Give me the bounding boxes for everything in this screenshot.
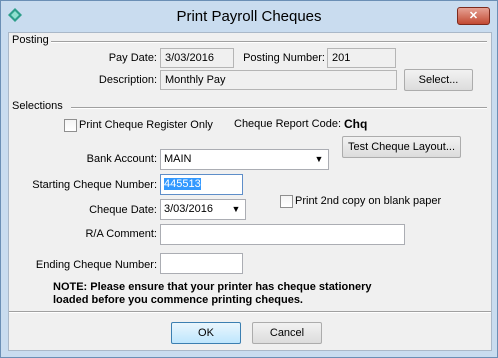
cheque-report-code-label: Cheque Report Code:: [234, 118, 342, 130]
print-2nd-copy-label[interactable]: Print 2nd copy on blank paper: [295, 195, 441, 207]
footer-divider: [9, 311, 491, 313]
bank-account-label: Bank Account:: [86, 153, 157, 165]
test-cheque-layout-button[interactable]: Test Cheque Layout...: [342, 136, 461, 158]
print-2nd-copy-checkbox[interactable]: [280, 195, 293, 208]
chevron-down-icon: ▼: [231, 204, 241, 214]
note-text: NOTE: Please ensure that your printer ha…: [53, 281, 371, 307]
selections-group-label: Selections: [12, 100, 63, 112]
description-field: Monthly Pay: [160, 70, 397, 90]
print-register-only-checkbox[interactable]: [64, 119, 77, 132]
dialog-content: Posting Pay Date: 3/03/2016 Posting Numb…: [8, 32, 492, 351]
title-bar[interactable]: Print Payroll Cheques ✕: [1, 1, 497, 31]
cheque-report-code-value: Chq: [344, 117, 368, 131]
posting-divider: [51, 41, 487, 43]
note-line-1: NOTE: Please ensure that your printer ha…: [53, 281, 372, 293]
posting-group-label: Posting: [12, 34, 49, 46]
cheque-date-label: Cheque Date:: [89, 204, 157, 216]
ra-comment-input[interactable]: [160, 224, 405, 245]
ok-button[interactable]: OK: [171, 322, 241, 344]
starting-cheque-input[interactable]: 445513: [160, 174, 243, 195]
cancel-button[interactable]: Cancel: [252, 322, 322, 344]
ra-comment-label: R/A Comment:: [85, 228, 157, 240]
select-button[interactable]: Select...: [404, 69, 473, 91]
description-label: Description:: [98, 74, 157, 86]
cheque-date-value: 3/03/2016: [164, 203, 213, 215]
posting-number-field: 201: [327, 48, 396, 68]
pay-date-label: Pay Date:: [108, 52, 157, 64]
pay-date-field: 3/03/2016: [160, 48, 234, 68]
selections-divider: [71, 107, 487, 109]
print-register-only-label[interactable]: Print Cheque Register Only: [79, 119, 213, 131]
bank-account-dropdown[interactable]: MAIN ▼: [160, 149, 329, 170]
window-title: Print Payroll Cheques: [176, 8, 322, 25]
close-button[interactable]: ✕: [457, 7, 490, 25]
bank-account-value: MAIN: [164, 153, 192, 165]
dialog-window: Print Payroll Cheques ✕ Posting Pay Date…: [0, 0, 498, 358]
starting-cheque-value: 445513: [164, 178, 201, 190]
cheque-date-picker[interactable]: 3/03/2016 ▼: [160, 199, 246, 220]
note-line-2: loaded before you commence printing cheq…: [53, 294, 303, 306]
starting-cheque-label: Starting Cheque Number:: [32, 179, 157, 191]
chevron-down-icon: ▼: [314, 154, 324, 164]
ending-cheque-label: Ending Cheque Number:: [35, 259, 157, 271]
posting-number-label: Posting Number:: [243, 52, 325, 64]
ending-cheque-input[interactable]: [160, 253, 243, 274]
